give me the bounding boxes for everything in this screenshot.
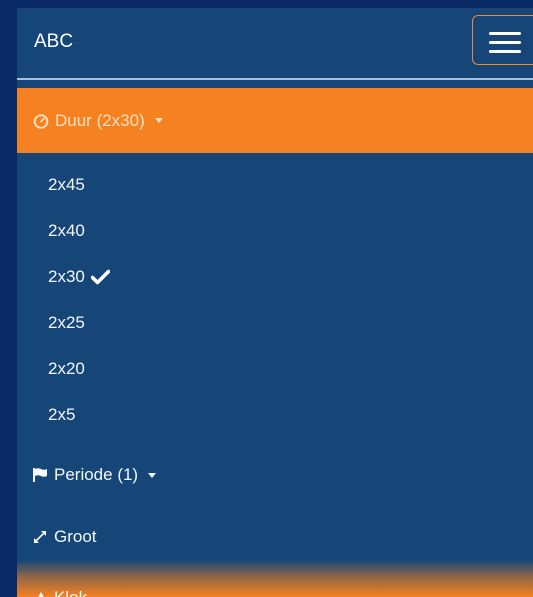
duration-option-label: 2x5	[48, 405, 76, 424]
duration-option-2x25[interactable]: 2x25	[48, 313, 85, 333]
duration-option-label: 2x45	[48, 175, 85, 194]
duration-dropdown-label: Duur (2x30)	[55, 111, 145, 130]
duration-option-2x20[interactable]: 2x20	[48, 359, 85, 379]
caret-down-icon	[154, 118, 163, 123]
active-item-highlight	[17, 560, 533, 597]
duration-option-label: 2x30	[48, 267, 85, 286]
duration-option-label: 2x25	[48, 313, 85, 332]
period-dropdown-toggle[interactable]: Periode (1)	[32, 465, 157, 485]
warning-triangle-icon	[38, 591, 44, 597]
check-icon	[90, 269, 110, 285]
nav-item-label: Groot	[54, 527, 97, 546]
duration-dropdown-toggle[interactable]: Duur (2x30)	[17, 88, 533, 153]
nav-item-groot[interactable]: Groot	[32, 527, 97, 547]
stopwatch-icon	[33, 113, 49, 129]
caret-down-icon	[148, 472, 157, 478]
duration-option-2x45[interactable]: 2x45	[48, 175, 85, 195]
menu-toggle-button[interactable]	[472, 15, 533, 65]
navbar-divider	[17, 78, 533, 80]
period-dropdown-label: Periode (1)	[54, 465, 139, 484]
nav-item-label: Klok	[54, 588, 87, 597]
nav-item-klok[interactable]: Klok	[33, 588, 87, 597]
brand-title[interactable]: ABC	[34, 30, 73, 54]
nav-panel: ABC Duur (2x30) 2x45 2x40 2x30 2x25 2x20…	[17, 8, 533, 597]
duration-option-label: 2x40	[48, 221, 85, 240]
flag-icon	[33, 468, 47, 482]
navbar: ABC	[17, 8, 533, 78]
duration-option-2x40[interactable]: 2x40	[48, 221, 85, 241]
expand-arrows-icon	[34, 531, 46, 543]
duration-option-label: 2x20	[48, 359, 85, 378]
duration-option-2x5[interactable]: 2x5	[48, 405, 75, 425]
duration-option-2x30[interactable]: 2x30	[48, 267, 110, 287]
